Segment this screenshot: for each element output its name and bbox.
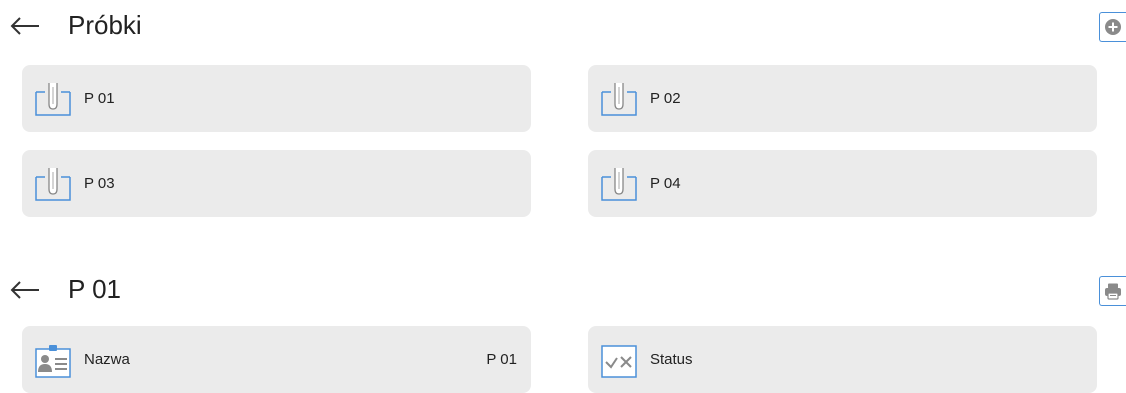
sample-label: P 01 bbox=[84, 90, 115, 107]
check-cross-icon bbox=[601, 345, 637, 378]
add-sample-button[interactable] bbox=[1099, 12, 1126, 42]
sample-tile-p02[interactable]: P 02 bbox=[588, 65, 1097, 132]
test-tube-icon bbox=[601, 83, 637, 116]
sample-tile-p04[interactable]: P 04 bbox=[588, 150, 1097, 217]
field-status-row[interactable]: Status bbox=[588, 326, 1097, 393]
printer-icon bbox=[1105, 283, 1121, 300]
samples-header: Próbki bbox=[0, 0, 1126, 50]
sample-label: P 03 bbox=[84, 175, 115, 192]
test-tube-icon bbox=[35, 83, 71, 116]
test-tube-icon bbox=[601, 168, 637, 201]
field-label: Nazwa bbox=[84, 351, 130, 368]
arrow-left-icon[interactable] bbox=[8, 14, 42, 38]
print-button[interactable] bbox=[1099, 276, 1126, 306]
field-name-row[interactable]: Nazwa P 01 bbox=[22, 326, 531, 393]
page-title: Próbki bbox=[68, 10, 142, 40]
field-label: Status bbox=[650, 351, 693, 368]
plus-circle-icon bbox=[1105, 19, 1121, 35]
sample-detail-header: P 01 bbox=[0, 264, 1126, 314]
test-tube-icon bbox=[35, 168, 71, 201]
field-value: P 01 bbox=[486, 351, 517, 368]
page-title: P 01 bbox=[68, 274, 122, 304]
sample-tile-p03[interactable]: P 03 bbox=[22, 150, 531, 217]
sample-tile-p01[interactable]: P 01 bbox=[22, 65, 531, 132]
sample-label: P 02 bbox=[650, 90, 681, 107]
arrow-left-icon[interactable] bbox=[8, 278, 42, 302]
sample-label: P 04 bbox=[650, 175, 681, 192]
id-card-icon bbox=[35, 345, 71, 378]
